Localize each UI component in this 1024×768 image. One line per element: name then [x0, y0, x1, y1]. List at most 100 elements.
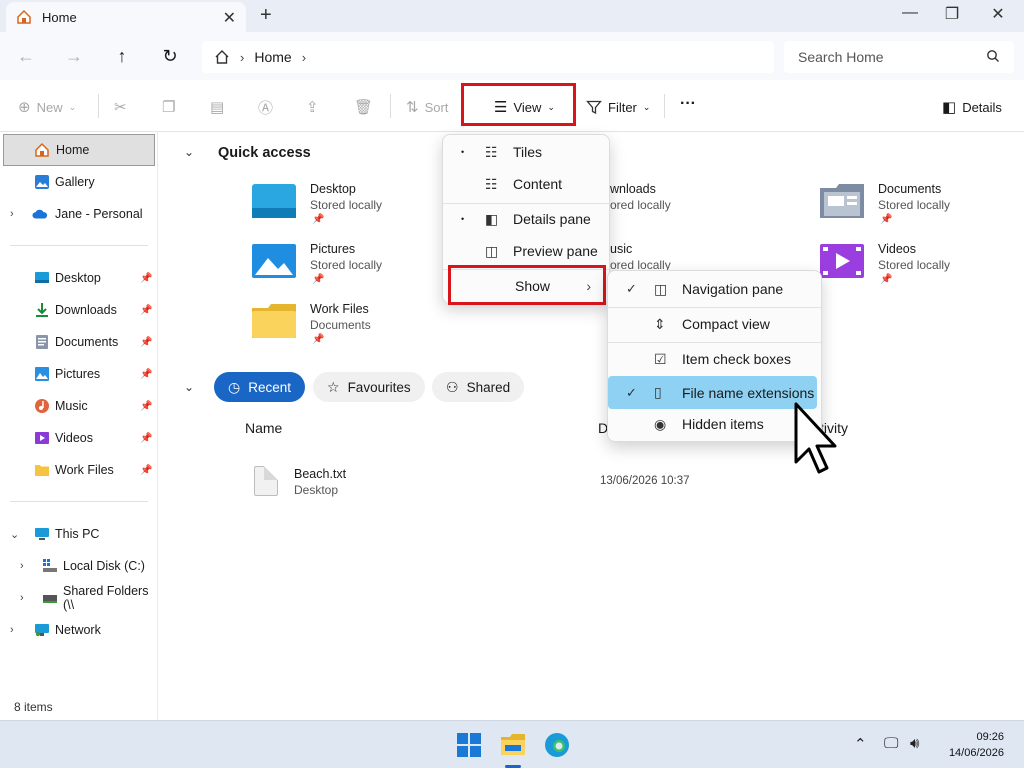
copy-icon[interactable]: ❐ — [162, 96, 181, 118]
clock[interactable]: 09:26 14/06/2026 — [949, 729, 1004, 761]
checkmark-icon: ✓ — [626, 384, 637, 400]
file-date: 13/06/2026 10:37 — [600, 475, 690, 487]
selected-dot-icon: • — [461, 147, 465, 157]
cut-icon[interactable]: ✂ — [114, 96, 133, 118]
details-label: Details — [962, 99, 1002, 115]
tab-label: Shared — [466, 379, 511, 395]
back-button[interactable]: ← — [14, 44, 38, 68]
chevron-down-icon[interactable]: ⌄ — [184, 380, 194, 394]
sidebar-item-onedrive[interactable]: › Jane - Personal — [0, 198, 158, 230]
sidebar-item-label: Jane - Personal — [55, 207, 143, 221]
new-button[interactable]: ⊕ New ⌄ — [18, 96, 76, 118]
sidebar-item-network[interactable]: › Network — [0, 614, 158, 646]
menu-item-tiles[interactable]: • ☷ Tiles — [447, 137, 605, 167]
search-placeholder: Search Home — [798, 49, 884, 65]
sort-button[interactable]: ⇅ Sort — [406, 96, 448, 118]
paste-icon[interactable]: ▤ — [210, 96, 230, 118]
address-bar[interactable]: › Home › — [202, 41, 774, 73]
menu-item-file-name-extensions[interactable]: ✓ ▯ File name extensions — [608, 376, 817, 409]
column-header-name[interactable]: Name — [245, 420, 282, 436]
menu-item-label: Navigation pane — [682, 281, 784, 297]
minimize-button[interactable]: — — [890, 4, 930, 28]
sidebar-item-documents[interactable]: Documents 📌 — [0, 326, 158, 358]
chevron-down-icon[interactable]: ⌄ — [10, 528, 19, 541]
edge-browser-icon[interactable] — [543, 731, 571, 759]
desktop-folder-icon — [252, 184, 296, 218]
menu-item-item-check-boxes[interactable]: ☑ Item check boxes — [612, 344, 817, 374]
sidebar-item-videos[interactable]: Videos 📌 — [0, 422, 158, 454]
sidebar-item-this-pc[interactable]: ⌄ This PC — [0, 518, 158, 550]
sidebar-item-work-files[interactable]: Work Files 📌 — [0, 454, 158, 486]
more-options-icon[interactable]: ··· — [680, 93, 696, 115]
delete-icon[interactable]: 🗑 — [354, 96, 379, 118]
volume-icon[interactable]: 🔊︎ — [910, 735, 919, 752]
navigation-pane: Home Gallery › Jane - Personal Desktop 📌… — [0, 132, 158, 720]
file-location: Desktop — [294, 483, 339, 497]
pin-icon: 📌 — [312, 274, 325, 285]
file-explorer-icon[interactable] — [499, 731, 527, 759]
details-button[interactable]: ◧ Details — [942, 96, 1002, 118]
tab-recent[interactable]: ◷ Recent — [214, 372, 305, 402]
sidebar-item-downloads[interactable]: Downloads 📌 — [0, 294, 158, 326]
pin-icon: 📌 — [140, 432, 153, 444]
menu-item-label: Details pane — [513, 211, 591, 227]
up-button[interactable]: ↑ — [110, 44, 134, 68]
search-input[interactable]: Search Home — [784, 41, 1014, 73]
chevron-down-icon[interactable]: ⌄ — [184, 145, 194, 159]
tab-close-icon[interactable]: ✕ — [223, 8, 236, 28]
navigation-pane-icon: ◫ — [654, 280, 668, 297]
quick-access-pictures[interactable]: Pictures Stored locally 📌 — [252, 242, 452, 294]
chevron-right-icon[interactable]: › — [10, 624, 14, 636]
chevron-right-icon[interactable]: › — [20, 560, 24, 572]
quick-access-documents[interactable]: Documents Stored locally 📌 — [820, 182, 1020, 234]
breadcrumb-home[interactable]: Home — [254, 49, 291, 65]
quick-access-videos[interactable]: Videos Stored locally 📌 — [820, 242, 1020, 294]
folder-icon — [252, 304, 296, 338]
network-status-icon[interactable]: 🖵 — [884, 735, 898, 752]
share-icon[interactable]: ⇪ — [306, 96, 325, 118]
quick-access-work-files[interactable]: Work Files Documents 📌 — [252, 302, 452, 354]
tab-shared[interactable]: ⚇ Shared — [432, 372, 525, 402]
clock-date: 14/06/2026 — [948, 747, 1004, 759]
forward-button[interactable]: → — [62, 44, 86, 68]
menu-item-content[interactable]: ☷ Content — [447, 169, 605, 199]
rename-icon[interactable]: Ⓐ — [258, 96, 279, 118]
new-tab-button[interactable]: + — [260, 4, 272, 27]
sidebar-item-home[interactable]: Home — [3, 134, 155, 166]
item-subtitle: Stored locally — [878, 198, 951, 212]
sidebar-item-gallery[interactable]: Gallery — [0, 166, 158, 198]
details-pane-icon: ◧ — [485, 210, 499, 227]
chevron-right-icon[interactable]: › — [10, 208, 14, 220]
menu-item-compact-view[interactable]: ⇕ Compact view — [612, 309, 817, 339]
sidebar-item-label: Home — [56, 143, 90, 157]
menu-item-preview-pane[interactable]: ◫ Preview pane — [447, 236, 605, 266]
selected-dot-icon: • — [461, 214, 465, 224]
quick-access-desktop[interactable]: Desktop Stored locally 📌 — [252, 182, 452, 234]
menu-item-details-pane[interactable]: • ◧ Details pane — [447, 204, 605, 234]
maximize-button[interactable]: ❐ — [932, 4, 972, 28]
show-hidden-icons-chevron[interactable]: ⌃ — [854, 735, 867, 753]
tab-favourites[interactable]: ☆ Favourites — [313, 372, 425, 402]
sidebar-item-pictures[interactable]: Pictures 📌 — [0, 358, 158, 390]
sidebar-item-music[interactable]: Music 📌 — [0, 390, 158, 422]
sidebar-item-label: Gallery — [55, 175, 95, 189]
file-name: Beach.txt — [294, 467, 347, 481]
refresh-button[interactable]: ↻ — [158, 44, 182, 68]
menu-item-navigation-pane[interactable]: ✓ ◫ Navigation pane — [612, 274, 817, 304]
sidebar-item-desktop[interactable]: Desktop 📌 — [0, 262, 158, 294]
close-button[interactable]: ✕ — [978, 4, 1018, 28]
filter-button[interactable]: Filter ⌄ — [586, 96, 650, 118]
sidebar-item-local-disk[interactable]: › Local Disk (C:) — [0, 550, 158, 582]
menu-item-hidden-items[interactable]: ◉ Hidden items — [612, 409, 817, 439]
sidebar-item-shared-folders[interactable]: › Shared Folders (\\ — [0, 582, 158, 614]
tab-home[interactable]: Home ✕ — [6, 2, 246, 32]
compact-view-icon: ⇕ — [654, 315, 666, 332]
annotation-view-highlight — [461, 83, 576, 126]
chevron-right-icon: › — [240, 49, 245, 65]
chevron-right-icon[interactable]: › — [20, 592, 24, 604]
windows-start-icon[interactable] — [455, 731, 483, 759]
clock-time: 09:26 — [976, 731, 1004, 743]
videos-folder-icon — [820, 244, 864, 278]
menu-item-label: Preview pane — [513, 243, 598, 259]
pin-icon: 📌 — [140, 464, 153, 476]
